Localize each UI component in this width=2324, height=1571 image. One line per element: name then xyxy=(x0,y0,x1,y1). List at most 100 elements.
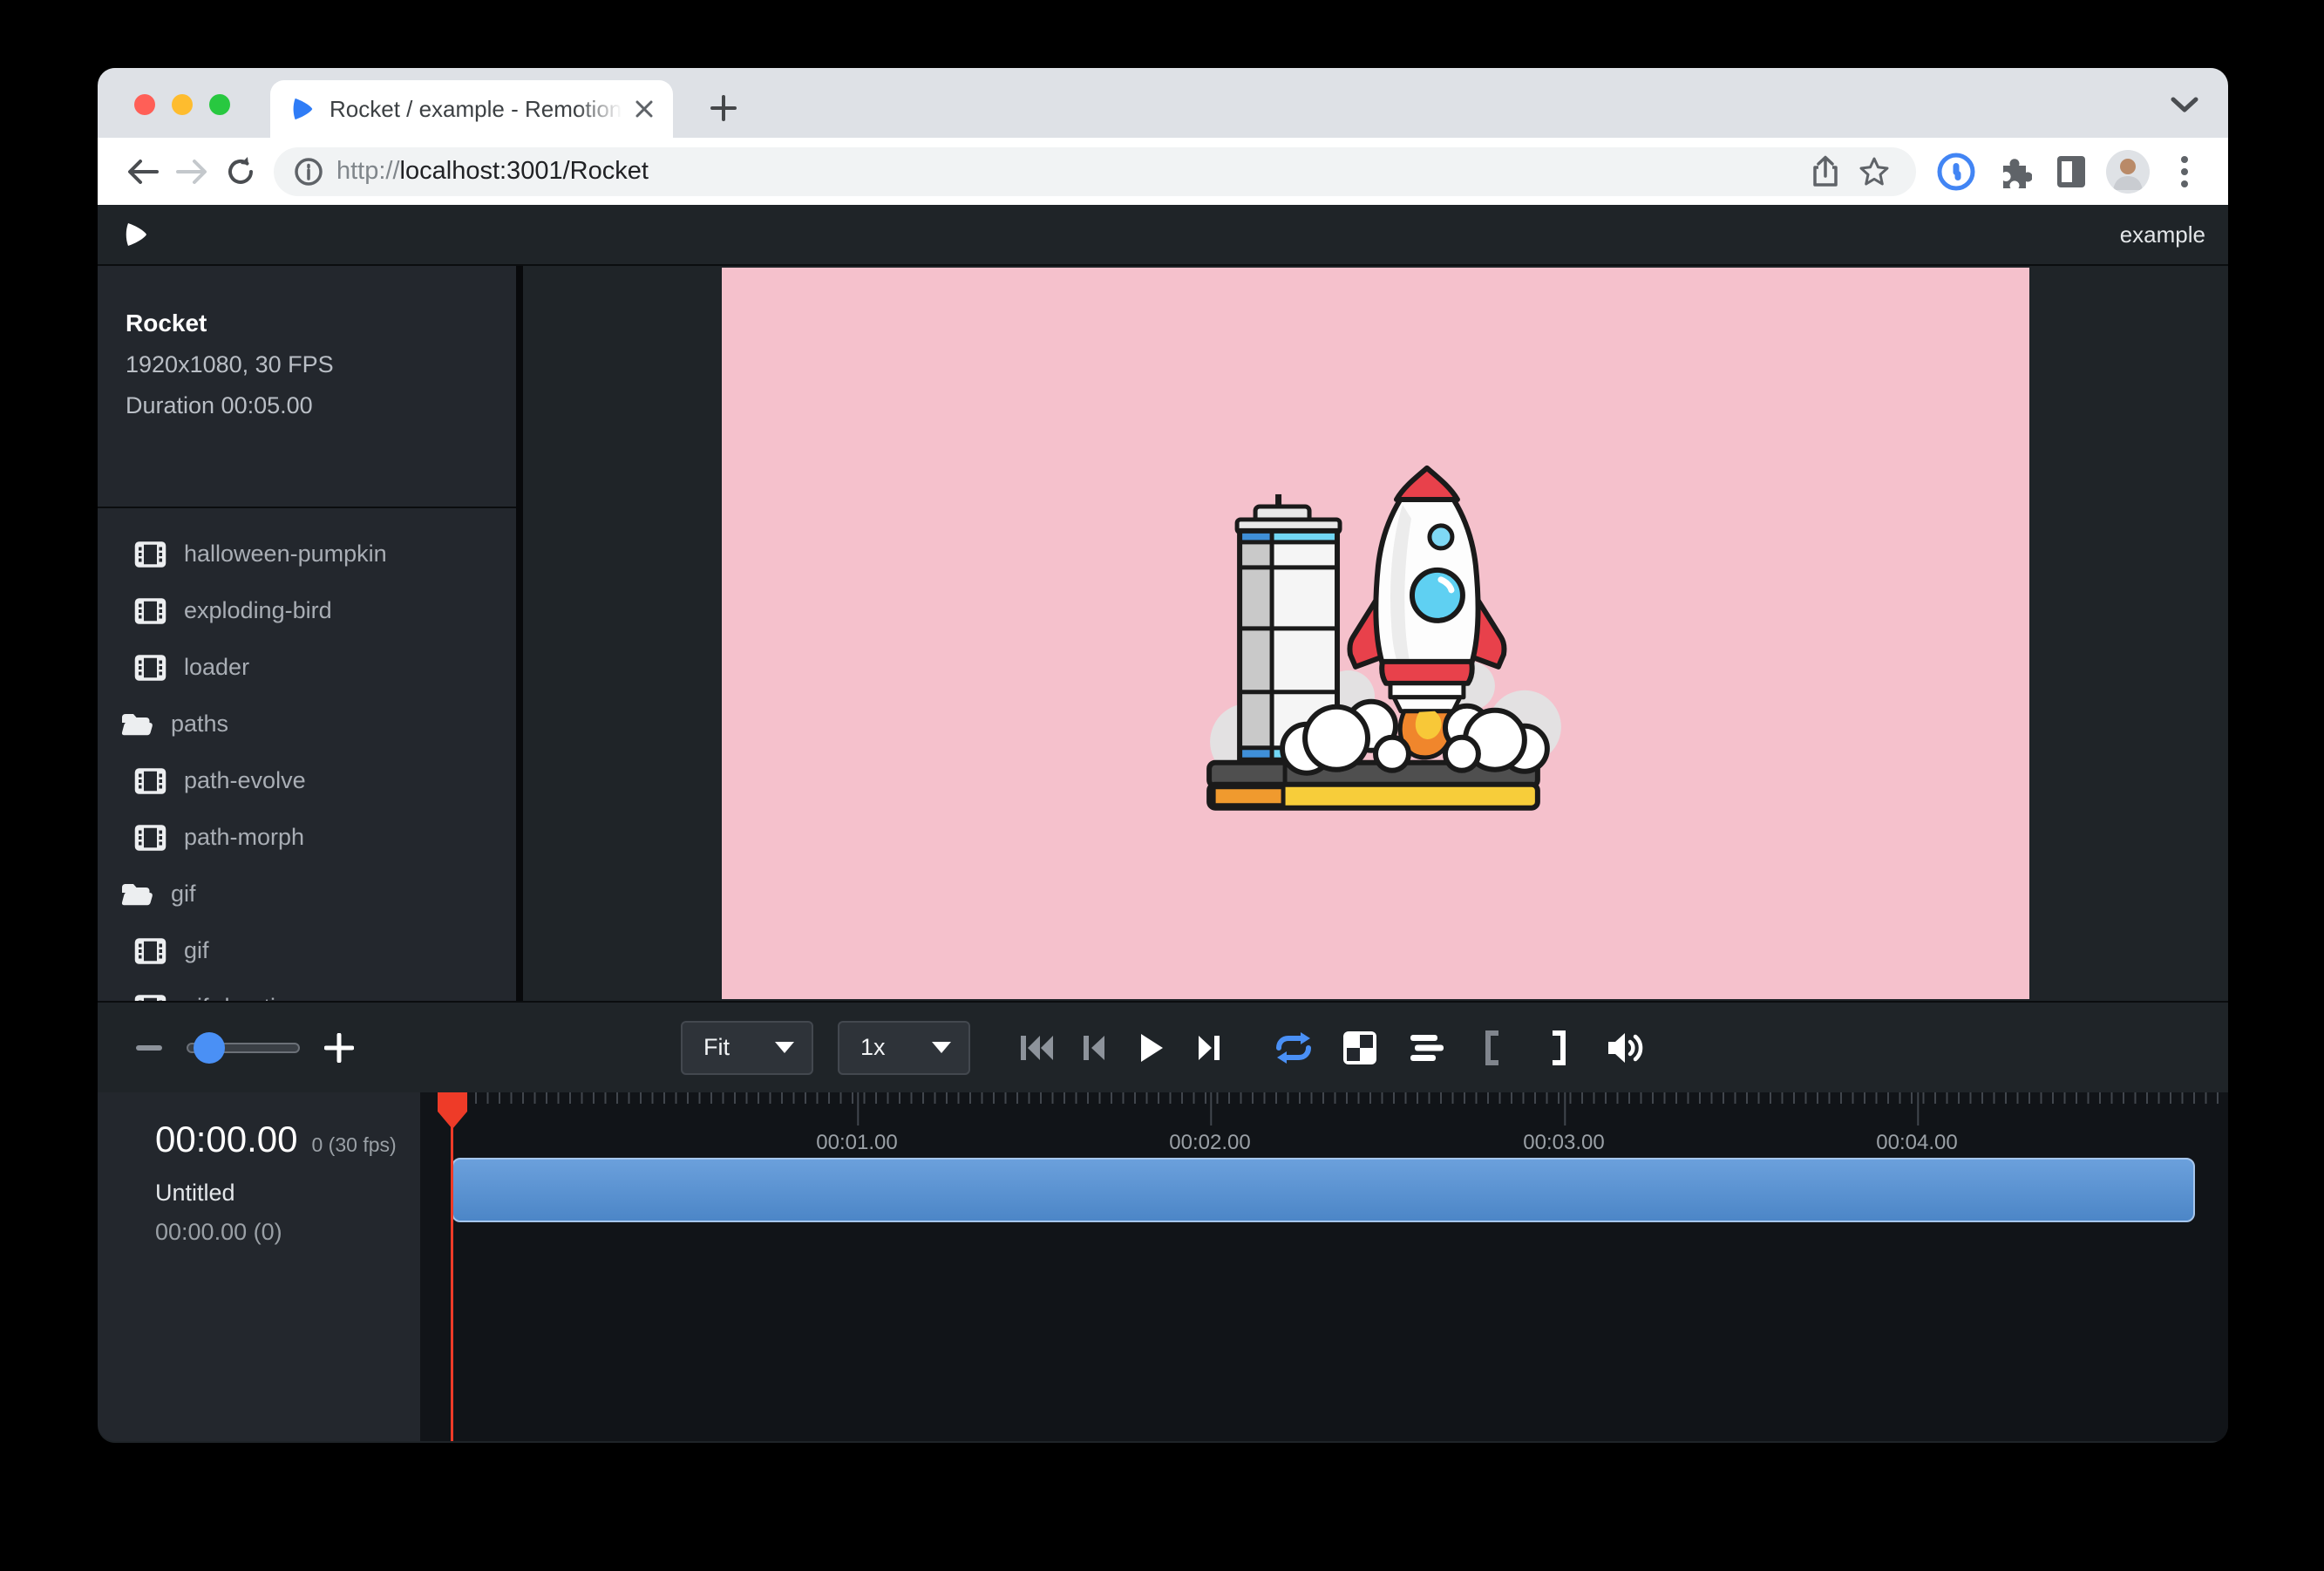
composition-list-item[interactable]: gif xyxy=(98,866,516,922)
tab-strip: Rocket / example - Remotion Preview xyxy=(98,68,2228,138)
composition-list: halloween-pumpkin exploding-bird xyxy=(98,508,516,1001)
app-menu-bar: example xyxy=(98,205,2228,266)
new-tab-button[interactable] xyxy=(703,87,744,129)
film-icon xyxy=(134,994,166,1002)
composition-list-item[interactable]: exploding-bird xyxy=(98,582,516,639)
rocket-illustration xyxy=(1174,435,1566,827)
composition-list-item[interactable]: gif xyxy=(98,922,516,979)
tab-title: Rocket / example - Remotion Preview xyxy=(330,96,631,123)
composition-list-item[interactable]: halloween-pumpkin xyxy=(98,526,516,582)
composition-label: halloween-pumpkin xyxy=(184,541,387,568)
out-point-bracket-icon[interactable] xyxy=(1539,1028,1579,1068)
fullscreen-window-button[interactable] xyxy=(209,94,230,115)
playhead-marker[interactable] xyxy=(438,1092,467,1129)
transparency-checkerboard-icon[interactable] xyxy=(1340,1028,1380,1068)
track-name: Untitled xyxy=(155,1180,420,1207)
timeline-ruler xyxy=(452,1092,2228,1104)
zoom-slider-knob[interactable] xyxy=(194,1032,225,1064)
composition-list-item[interactable]: gif-duration xyxy=(98,979,516,1001)
reload-icon[interactable] xyxy=(216,147,265,196)
timeline: 00:00.00 0 (30 fps) Untitled 00:00.00 (0… xyxy=(98,1092,2228,1441)
tab-list-chevron-icon[interactable] xyxy=(2165,87,2204,122)
back-icon[interactable] xyxy=(119,147,167,196)
composition-list-item[interactable]: path-morph xyxy=(98,809,516,866)
extensions-puzzle-icon[interactable] xyxy=(1991,147,2036,196)
composition-list-item[interactable]: paths xyxy=(98,696,516,752)
film-icon xyxy=(134,597,166,625)
composition-resolution: 1920x1080, 30 FPS xyxy=(126,351,499,378)
side-panel-icon[interactable] xyxy=(2049,147,2094,196)
film-icon xyxy=(134,824,166,852)
url-text: http://localhost:3001/Rocket xyxy=(336,157,1801,186)
close-window-button[interactable] xyxy=(134,94,155,115)
browser-menu-dots-icon[interactable] xyxy=(2162,147,2207,196)
chevron-down-icon xyxy=(775,1042,794,1053)
playback-speed-value: 1x xyxy=(860,1034,886,1061)
traffic-lights xyxy=(134,94,230,115)
chevron-down-icon xyxy=(932,1042,951,1053)
film-icon xyxy=(134,937,166,965)
share-icon[interactable] xyxy=(1801,147,1850,196)
previous-frame-button[interactable] xyxy=(1077,1029,1111,1067)
ruler-second-mark: 00:02.00 xyxy=(1169,1092,1250,1155)
remotion-favicon xyxy=(291,96,316,122)
composition-label: loader xyxy=(184,654,249,681)
composition-label: paths xyxy=(171,711,228,738)
timeline-tracks[interactable]: 00:01.00 00:02.00 00:03.00 00:04.00 xyxy=(420,1092,2228,1441)
film-icon xyxy=(134,654,166,682)
bookmark-star-icon[interactable] xyxy=(1850,147,1899,196)
composition-label: gif xyxy=(184,937,209,964)
video-canvas xyxy=(722,268,2029,999)
playback-speed-dropdown[interactable]: 1x xyxy=(838,1021,970,1075)
composition-label: gif xyxy=(171,881,196,908)
loop-toggle-icon[interactable] xyxy=(1274,1028,1314,1068)
skip-to-start-button[interactable] xyxy=(1019,1029,1054,1067)
canvas-size-value: Fit xyxy=(703,1034,730,1061)
composition-label: path-morph xyxy=(184,824,304,851)
tab-close-icon[interactable] xyxy=(631,96,657,122)
composition-label: gif-duration xyxy=(184,994,302,1001)
site-info-icon[interactable] xyxy=(293,156,324,187)
composition-name: Rocket xyxy=(126,309,499,337)
project-name-label: example xyxy=(2120,221,2205,248)
composition-duration: Duration 00:05.00 xyxy=(126,392,499,419)
minimize-window-button[interactable] xyxy=(172,94,193,115)
composition-label: path-evolve xyxy=(184,767,306,794)
forward-icon[interactable] xyxy=(167,147,216,196)
ruler-second-mark: 00:03.00 xyxy=(1523,1092,1604,1155)
address-field[interactable]: http://localhost:3001/Rocket xyxy=(274,147,1916,196)
timeline-zoom-slider[interactable] xyxy=(187,1041,300,1055)
current-frame-info: 0 (30 fps) xyxy=(312,1133,397,1157)
playhead-line[interactable] xyxy=(451,1092,453,1441)
profile-avatar[interactable] xyxy=(2106,150,2150,194)
remotion-logo-icon[interactable] xyxy=(124,220,150,249)
canvas-size-dropdown[interactable]: Fit xyxy=(681,1021,813,1075)
composition-label: exploding-bird xyxy=(184,597,332,624)
open-folder-icon xyxy=(120,881,153,908)
ruler-second-mark: 00:01.00 xyxy=(816,1092,897,1155)
url-bar: http://localhost:3001/Rocket xyxy=(98,138,2228,205)
compositions-sidebar: Rocket 1920x1080, 30 FPS Duration 00:05.… xyxy=(98,266,523,1001)
composition-list-item[interactable]: loader xyxy=(98,639,516,696)
browser-window: Rocket / example - Remotion Preview http… xyxy=(98,68,2228,1443)
open-folder-icon xyxy=(120,711,153,738)
browser-tab[interactable]: Rocket / example - Remotion Preview xyxy=(270,80,673,138)
film-icon xyxy=(134,767,166,795)
timeline-zoom-in-icon[interactable] xyxy=(324,1033,354,1063)
track-time: 00:00.00 (0) xyxy=(155,1219,420,1246)
volume-icon[interactable] xyxy=(1605,1028,1645,1068)
ruler-second-mark: 00:04.00 xyxy=(1876,1092,1957,1155)
onepassword-extension-icon[interactable] xyxy=(1933,147,1979,196)
next-frame-button[interactable] xyxy=(1192,1029,1227,1067)
current-time: 00:00.00 xyxy=(155,1119,298,1160)
timeline-clip-bar[interactable] xyxy=(452,1158,2195,1222)
timeline-info-panel: 00:00.00 0 (30 fps) Untitled 00:00.00 (0… xyxy=(98,1092,420,1441)
player-controls-bar: Fit 1x xyxy=(98,1001,2228,1092)
composition-list-item[interactable]: path-evolve xyxy=(98,752,516,809)
film-icon xyxy=(134,541,166,568)
timeline-tracks-icon[interactable] xyxy=(1406,1028,1446,1068)
composition-info: Rocket 1920x1080, 30 FPS Duration 00:05.… xyxy=(98,266,516,508)
in-point-bracket-icon[interactable] xyxy=(1472,1028,1512,1068)
timeline-zoom-out-icon[interactable] xyxy=(136,1044,162,1051)
play-button[interactable] xyxy=(1134,1029,1169,1067)
